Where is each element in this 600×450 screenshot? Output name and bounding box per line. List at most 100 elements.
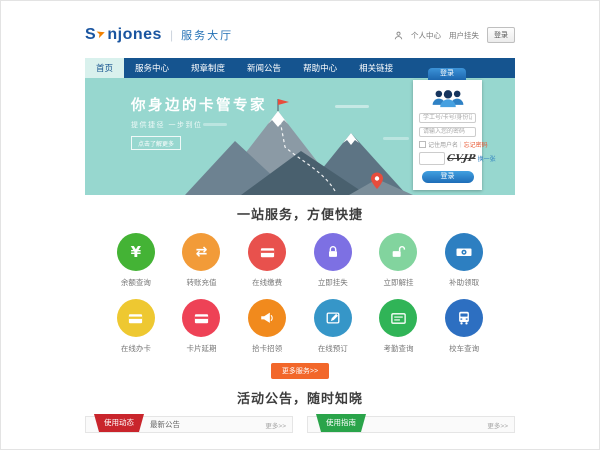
password-input[interactable] <box>419 127 476 137</box>
tab-usage-guide[interactable]: 使用指南 <box>316 414 366 432</box>
guide-panel-bar: 使用指南 更多>> <box>307 416 515 433</box>
service-label: 拾卡招领 <box>234 343 300 354</box>
service-circle-balance-inquiry[interactable]: ¥ <box>117 233 155 271</box>
service-label: 补助领取 <box>431 277 497 288</box>
services-grid: ¥ 余额查询 ⇄ 转账充值在线缴费立即挂失立即解挂补助领取在线办卡卡片延期拾卡招领在线… <box>85 233 515 354</box>
logo-arrow-icon: ➤ <box>95 26 108 41</box>
tab-usage-news[interactable]: 使用动态 <box>94 414 144 432</box>
captcha-row: CVJP 换一张 <box>419 152 476 165</box>
megaphone-icon <box>259 310 275 326</box>
service-online-booking[interactable]: 在线预订 <box>300 299 366 354</box>
service-subsidy-collect[interactable]: 补助领取 <box>431 233 497 288</box>
nav-item-home[interactable]: 首页 <box>85 58 124 78</box>
news-panel: 使用动态 最新公告 更多>> <box>85 416 293 433</box>
service-balance-inquiry[interactable]: ¥ 余额查询 <box>103 233 169 288</box>
nav-item-service-center[interactable]: 服务中心 <box>124 58 180 78</box>
hero-cta-button[interactable]: 点击了解更多 <box>131 136 181 150</box>
username-input[interactable] <box>419 113 476 123</box>
login-tab[interactable]: 登录 <box>428 68 466 80</box>
transfer-arrows-icon: ⇄ <box>196 245 208 259</box>
service-label: 立即解挂 <box>366 277 432 288</box>
card-icon <box>259 244 276 261</box>
tab-latest-announcements[interactable]: 最新公告 <box>150 419 180 430</box>
service-cancel-loss[interactable]: 立即解挂 <box>366 233 432 288</box>
personal-center-link[interactable]: 个人中心 <box>411 30 441 41</box>
captcha-input[interactable] <box>419 152 445 165</box>
top-right-links: 个人中心 用户挂失 登录 <box>394 27 515 43</box>
unlock-icon <box>390 244 406 260</box>
remember-row: 记住用户名 | 忘记密码 <box>419 140 476 149</box>
service-hall-page: { "colors":{ "brand_blue":"#1a55a0","nav… <box>0 0 600 450</box>
user-icon <box>394 31 403 40</box>
header-login-button[interactable]: 登录 <box>487 27 515 43</box>
service-card-extension[interactable]: 卡片延期 <box>169 299 235 354</box>
service-circle-school-bus-inquiry[interactable] <box>445 299 483 337</box>
service-online-payment[interactable]: 在线缴费 <box>234 233 300 288</box>
service-label: 在线办卡 <box>103 343 169 354</box>
forgot-password-link[interactable]: 忘记密码 <box>464 140 488 149</box>
lock-icon <box>325 244 341 260</box>
remember-checkbox[interactable] <box>419 141 426 148</box>
guide-more-link[interactable]: 更多>> <box>487 420 508 430</box>
remember-divider: | <box>460 142 462 148</box>
nav-item-news[interactable]: 新闻公告 <box>236 58 292 78</box>
more-services-button[interactable]: 更多服务>> <box>271 363 329 379</box>
card-icon <box>193 310 210 327</box>
logo-text-rest: njones <box>107 26 162 44</box>
service-label: 卡片延期 <box>169 343 235 354</box>
hero-subtitle: 提供捷径 一步到位 <box>131 120 267 130</box>
synjones-logo[interactable]: S ➤ njones <box>85 26 162 44</box>
nav-item-rules[interactable]: 规章制度 <box>180 58 236 78</box>
service-label: 立即挂失 <box>300 277 366 288</box>
services-section: 一站服务，方便快捷 ¥ 余额查询 ⇄ 转账充值在线缴费立即挂失立即解挂补助领取在线办卡… <box>85 195 515 379</box>
service-label: 在线预订 <box>300 343 366 354</box>
service-school-bus-inquiry[interactable]: 校车查询 <box>431 299 497 354</box>
service-card-claim[interactable]: 拾卡招领 <box>234 299 300 354</box>
service-label: 余额查询 <box>103 277 169 288</box>
top-bar: S ➤ njones | 服务大厅 个人中心 用户挂失 登录 <box>85 0 515 58</box>
card-icon <box>127 310 144 327</box>
service-circle-attendance-inquiry[interactable] <box>379 299 417 337</box>
announcement-panels: 使用动态 最新公告 更多>> 使用指南 更多>> <box>85 416 515 433</box>
service-label: 校车查询 <box>431 343 497 354</box>
service-circle-online-payment[interactable] <box>248 233 286 271</box>
service-attendance-inquiry[interactable]: 考勤查询 <box>366 299 432 354</box>
nav-item-help-center[interactable]: 帮助中心 <box>292 58 348 78</box>
logo-divider: | <box>170 28 173 42</box>
service-circle-online-booking[interactable] <box>314 299 352 337</box>
yen-icon: ¥ <box>131 245 141 260</box>
service-label: 转账充值 <box>169 277 235 288</box>
login-panel: 登录 记住用户名 | 忘记密码 CVJP 换一张 登录 <box>413 80 482 190</box>
users-group-icon <box>419 87 476 109</box>
service-circle-online-card-apply[interactable] <box>117 299 155 337</box>
captcha-refresh-link[interactable]: 换一张 <box>478 154 496 163</box>
page-container: S ➤ njones | 服务大厅 个人中心 用户挂失 登录 首页服务中心规章制… <box>85 0 515 433</box>
login-submit-button[interactable]: 登录 <box>422 171 474 183</box>
service-circle-report-loss[interactable] <box>314 233 352 271</box>
service-report-loss[interactable]: 立即挂失 <box>300 233 366 288</box>
hero-copy: 你身边的卡管专家 提供捷径 一步到位 点击了解更多 <box>131 94 267 151</box>
service-online-card-apply[interactable]: 在线办卡 <box>103 299 169 354</box>
captcha-image[interactable]: CVJP <box>446 153 476 164</box>
guide-panel: 使用指南 更多>> <box>307 416 515 433</box>
news-panel-bar: 使用动态 最新公告 更多>> <box>85 416 293 433</box>
remember-label: 记住用户名 <box>428 140 458 149</box>
banknote-icon <box>455 243 473 261</box>
site-name: 服务大厅 <box>181 27 233 43</box>
service-circle-card-extension[interactable] <box>182 299 220 337</box>
nav-item-links[interactable]: 相关链接 <box>348 58 404 78</box>
service-circle-subsidy-collect[interactable] <box>445 233 483 271</box>
announcements-title: 活动公告，随时知晓 <box>85 388 515 407</box>
service-label: 在线缴费 <box>234 277 300 288</box>
bus-icon <box>456 310 472 326</box>
services-title: 一站服务，方便快捷 <box>85 204 515 223</box>
list-icon <box>390 310 407 327</box>
news-more-link[interactable]: 更多>> <box>265 420 286 430</box>
user-loss-report-link[interactable]: 用户挂失 <box>449 30 479 41</box>
edit-icon <box>325 310 341 326</box>
service-circle-transfer-recharge[interactable]: ⇄ <box>182 233 220 271</box>
service-transfer-recharge[interactable]: ⇄ 转账充值 <box>169 233 235 288</box>
service-circle-cancel-loss[interactable] <box>379 233 417 271</box>
service-circle-card-claim[interactable] <box>248 299 286 337</box>
announcements-section: 活动公告，随时知晓 使用动态 最新公告 更多>> 使用指南 更多>> <box>85 388 515 433</box>
